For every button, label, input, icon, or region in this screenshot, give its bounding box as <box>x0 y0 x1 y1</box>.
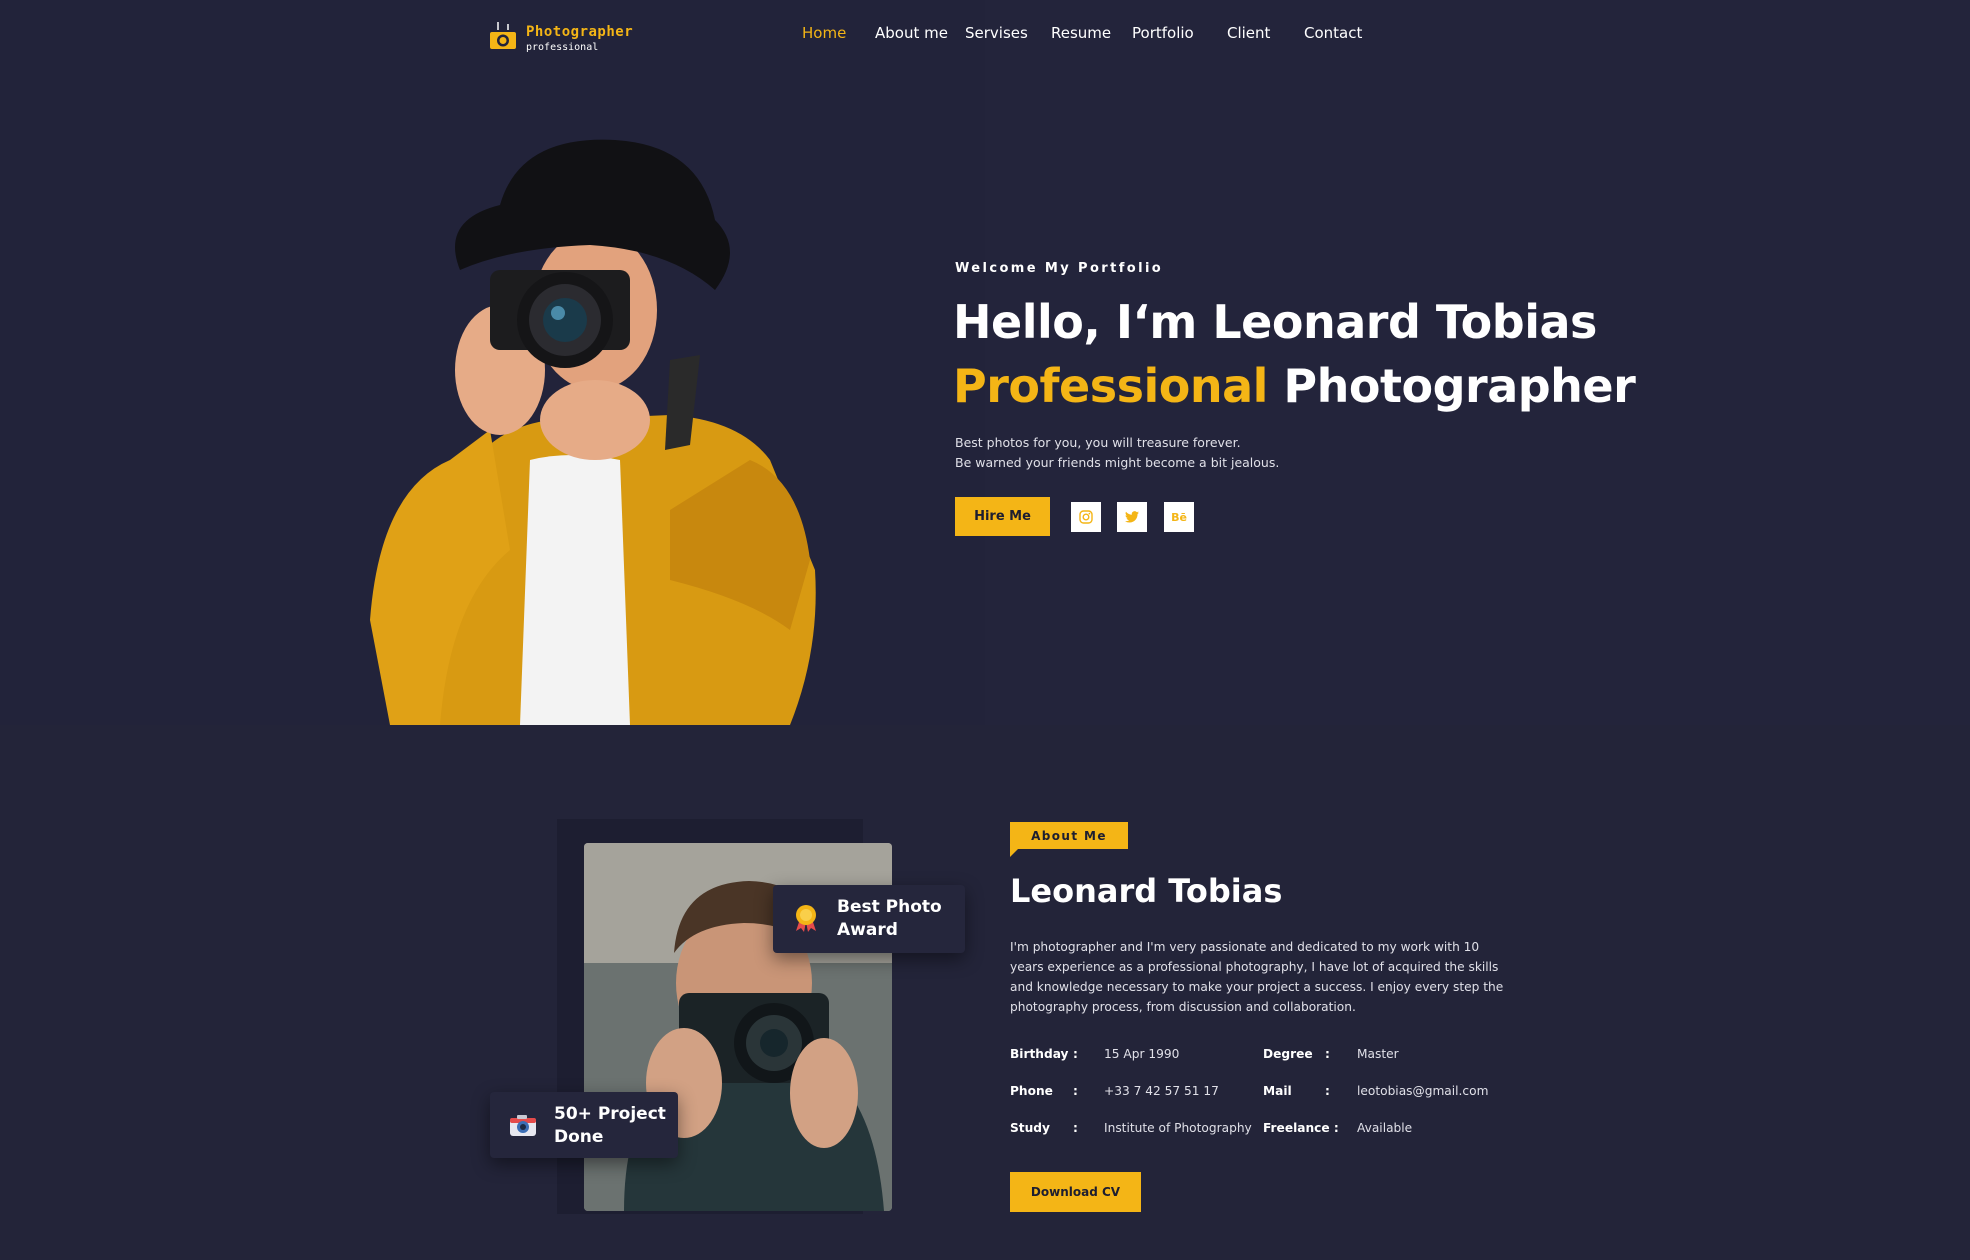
project-text: 50+ Project Done <box>554 1103 666 1149</box>
about-name: Leonard Tobias <box>1010 872 1283 910</box>
hero-title-line1: Hello, I‘m Leonard Tobias <box>953 295 1597 349</box>
mail-colon: : <box>1325 1084 1330 1098</box>
hero-title: Hello, I‘m Leonard Tobias Professional P… <box>953 290 1636 418</box>
projects-done-badge: 50+ Project Done <box>490 1092 678 1158</box>
hero-title-accent: Professional <box>953 359 1268 413</box>
degree-value: Master <box>1357 1047 1399 1061</box>
about-tag-tail <box>1010 849 1018 857</box>
nav-about-me[interactable]: About me <box>875 24 948 42</box>
nav-client[interactable]: Client <box>1227 24 1270 42</box>
nav-resume[interactable]: Resume <box>1051 24 1111 42</box>
behance-icon: Bē <box>1171 510 1187 524</box>
hero-title-rest: Photographer <box>1267 359 1636 413</box>
nav-contact[interactable]: Contact <box>1304 24 1362 42</box>
instagram-link[interactable] <box>1071 502 1101 532</box>
degree-colon: : <box>1325 1047 1330 1061</box>
about-me-tag: About Me <box>1010 822 1128 849</box>
award-text: Best Photo Award <box>837 896 942 942</box>
best-photo-award-badge: Best Photo Award <box>773 885 965 953</box>
phone-label: Phone <box>1010 1084 1053 1098</box>
birthday-colon: : <box>1073 1047 1078 1061</box>
mail-label: Mail <box>1263 1084 1292 1098</box>
study-label: Study <box>1010 1121 1050 1135</box>
instagram-icon <box>1079 510 1093 524</box>
about-section <box>0 725 1970 1260</box>
degree-label: Degree <box>1263 1047 1313 1061</box>
award-line2: Award <box>837 920 898 940</box>
birthday-value: 15 Apr 1990 <box>1104 1047 1180 1061</box>
award-line1: Best Photo <box>837 897 942 917</box>
freelance-value: Available <box>1357 1121 1413 1135</box>
hero-description: Best photos for you, you will treasure f… <box>955 433 1279 473</box>
behance-link[interactable]: Bē <box>1164 502 1194 532</box>
photographer-hero-image <box>370 139 816 725</box>
freelance-label: Freelance : <box>1263 1121 1339 1135</box>
hero-title-line2: Professional Photographer <box>953 354 1636 418</box>
hero-kicker: Welcome My Portfolio <box>955 261 1164 276</box>
nav-home[interactable]: Home <box>802 24 846 42</box>
project-line1: 50+ Project <box>554 1104 666 1124</box>
download-cv-button[interactable]: Download CV <box>1010 1172 1141 1212</box>
nav-portfolio[interactable]: Portfolio <box>1132 24 1194 42</box>
main-nav: Home About me Servises Resume Portfolio … <box>0 24 1970 48</box>
mail-value[interactable]: leotobias@gmail.com <box>1357 1084 1488 1098</box>
study-value: Institute of Photography <box>1104 1121 1252 1135</box>
hero-desc-line2: Be warned your friends might become a bi… <box>955 455 1280 470</box>
about-description: I'm photographer and I'm very passionate… <box>1010 940 1504 1014</box>
study-colon: : <box>1073 1121 1078 1135</box>
hero-desc-line1: Best photos for you, you will treasure f… <box>955 435 1241 450</box>
twitter-link[interactable] <box>1117 502 1147 532</box>
twitter-icon <box>1125 511 1139 523</box>
nav-services[interactable]: Servises <box>965 24 1028 42</box>
birthday-label: Birthday <box>1010 1047 1069 1061</box>
hire-me-button[interactable]: Hire Me <box>955 497 1050 536</box>
phone-value: +33 7 42 57 51 17 <box>1104 1084 1219 1098</box>
award-medal-icon <box>796 905 816 932</box>
project-line2: Done <box>554 1127 604 1147</box>
phone-colon: : <box>1073 1084 1078 1098</box>
camera-icon <box>510 1115 536 1136</box>
